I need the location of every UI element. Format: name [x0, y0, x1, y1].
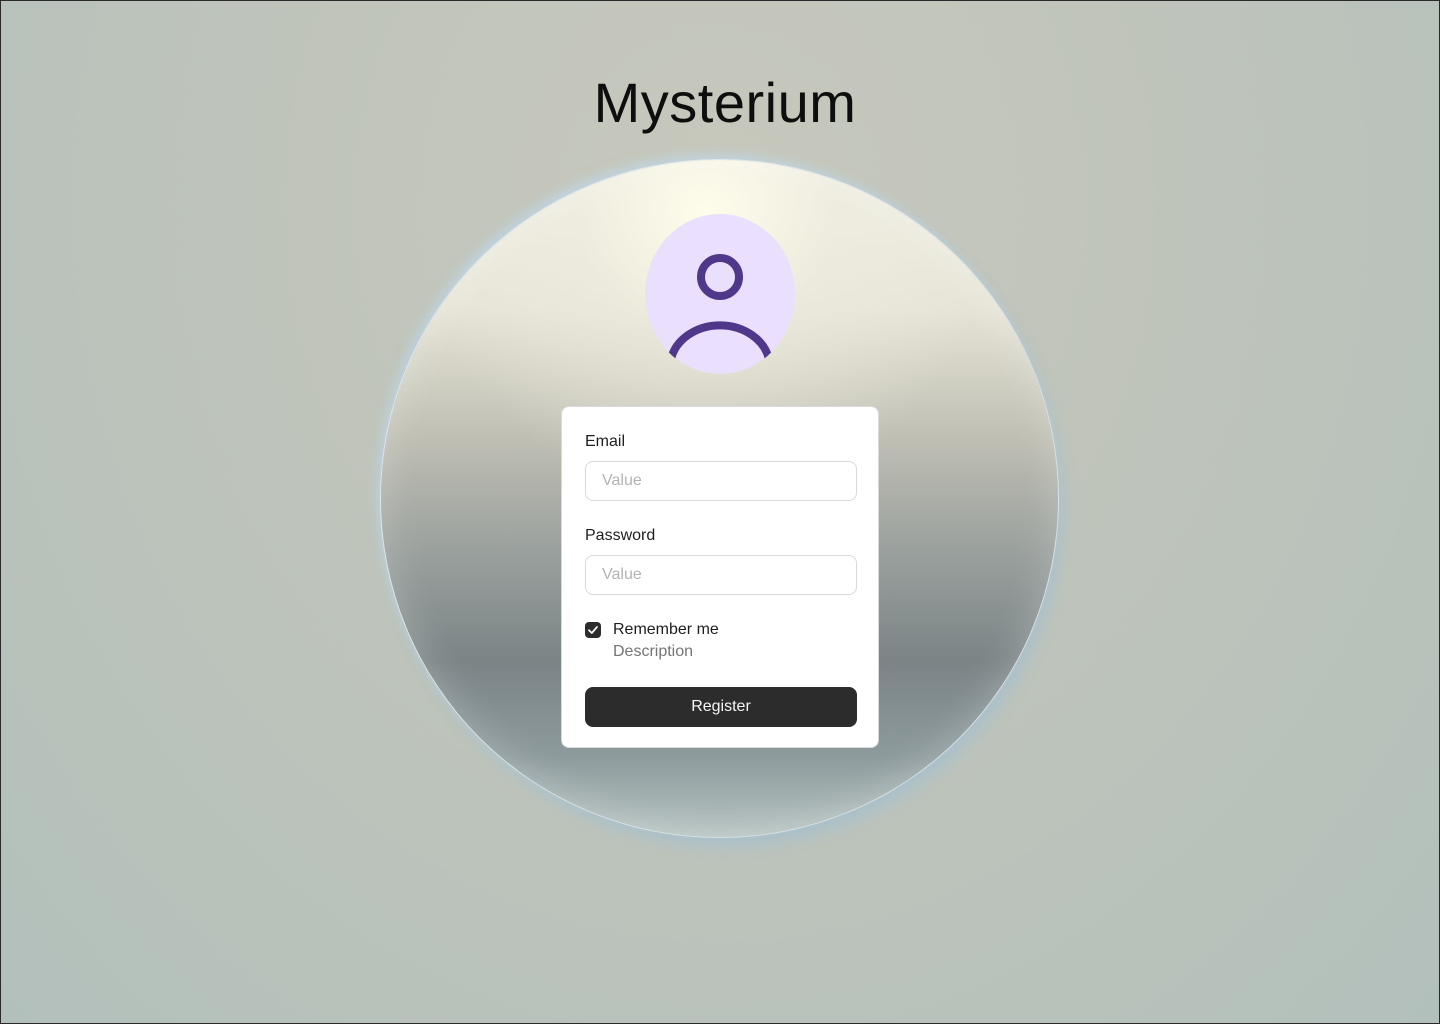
register-form: Email Password Remember me Description R… — [561, 406, 879, 748]
user-icon — [667, 254, 773, 361]
password-input[interactable] — [585, 555, 857, 595]
password-field-group: Password — [585, 525, 857, 595]
remember-me-label[interactable]: Remember me — [613, 619, 719, 641]
email-input[interactable] — [585, 461, 857, 501]
remember-me-checkbox[interactable] — [585, 622, 601, 638]
remember-me-text: Remember me Description — [613, 619, 719, 663]
email-field-group: Email — [585, 431, 857, 501]
password-label: Password — [585, 527, 656, 544]
remember-me-row: Remember me Description — [585, 619, 855, 663]
email-label: Email — [585, 433, 626, 450]
avatar — [645, 214, 795, 374]
remember-me-description: Description — [613, 643, 694, 660]
register-button[interactable]: Register — [585, 687, 857, 727]
check-icon — [588, 626, 598, 634]
app-title: Mysterium — [593, 71, 857, 134]
